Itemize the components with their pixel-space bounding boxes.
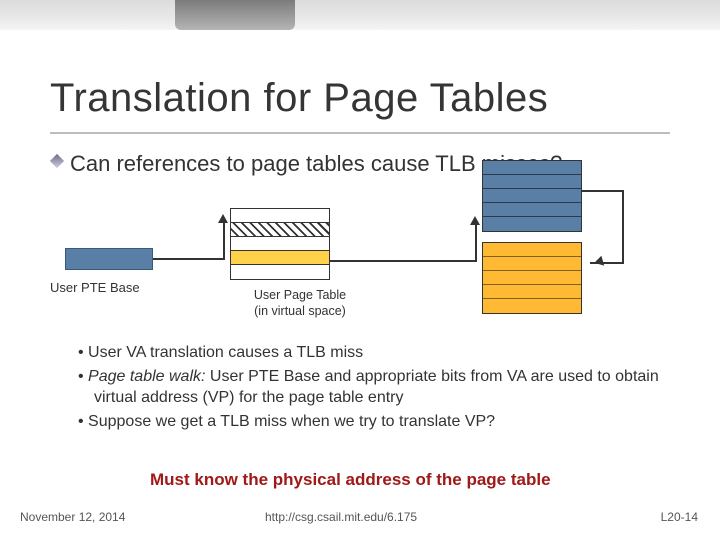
blue-page-stack	[482, 160, 582, 232]
arrow-pte-to-upt-tip	[218, 214, 228, 223]
list-item: Suppose we get a TLB miss when we try to…	[78, 411, 678, 433]
blue-row	[483, 161, 581, 175]
yellow-row	[483, 271, 581, 285]
conclusion-text: Must know the physical address of the pa…	[150, 470, 551, 490]
top-gradient-bar	[0, 0, 720, 30]
arrow-upt-to-blue-tip	[470, 216, 480, 225]
footer-date: November 12, 2014	[20, 510, 125, 524]
blue-row	[483, 175, 581, 189]
upt-row	[231, 237, 329, 251]
slide-title: Translation for Page Tables	[50, 76, 548, 121]
arrow-upt-to-blue	[330, 260, 475, 262]
user-page-table-stack	[230, 208, 330, 280]
footer-url: http://csg.csail.mit.edu/6.175	[265, 510, 417, 524]
yellow-page-stack	[482, 242, 582, 314]
pte-base-label: User PTE Base	[50, 280, 140, 295]
pte-base-box	[65, 248, 153, 270]
list-item-prefix: Page table walk:	[88, 368, 205, 385]
arrow-blue-to-yellow-tip	[594, 256, 607, 269]
diagram-area: User PTE Base User Page Table (in virtua…	[50, 160, 670, 330]
arrow-blue-to-yellow	[582, 190, 622, 192]
arrow-pte-to-upt	[153, 258, 223, 260]
body-bullet-list: User VA translation causes a TLB miss Pa…	[78, 342, 678, 434]
upt-row	[231, 265, 329, 279]
upt-row-yellow	[231, 251, 329, 265]
list-item-text: User VA translation causes a TLB miss	[88, 344, 363, 361]
yellow-row	[483, 243, 581, 257]
list-item: User VA translation causes a TLB miss	[78, 342, 678, 364]
yellow-row	[483, 285, 581, 299]
yellow-row	[483, 299, 581, 313]
title-underline	[50, 132, 670, 134]
blue-row	[483, 217, 581, 231]
list-item: Page table walk: User PTE Base and appro…	[78, 366, 678, 409]
list-item-text: Suppose we get a TLB miss when we try to…	[88, 413, 495, 430]
user-page-table-label: User Page Table (in virtual space)	[230, 288, 370, 319]
blue-row	[483, 189, 581, 203]
blue-row	[483, 203, 581, 217]
upt-row-hatched	[231, 223, 329, 237]
top-accent-tab	[175, 0, 295, 30]
footer-page-number: L20-14	[661, 510, 698, 524]
yellow-row	[483, 257, 581, 271]
upt-row	[231, 209, 329, 223]
